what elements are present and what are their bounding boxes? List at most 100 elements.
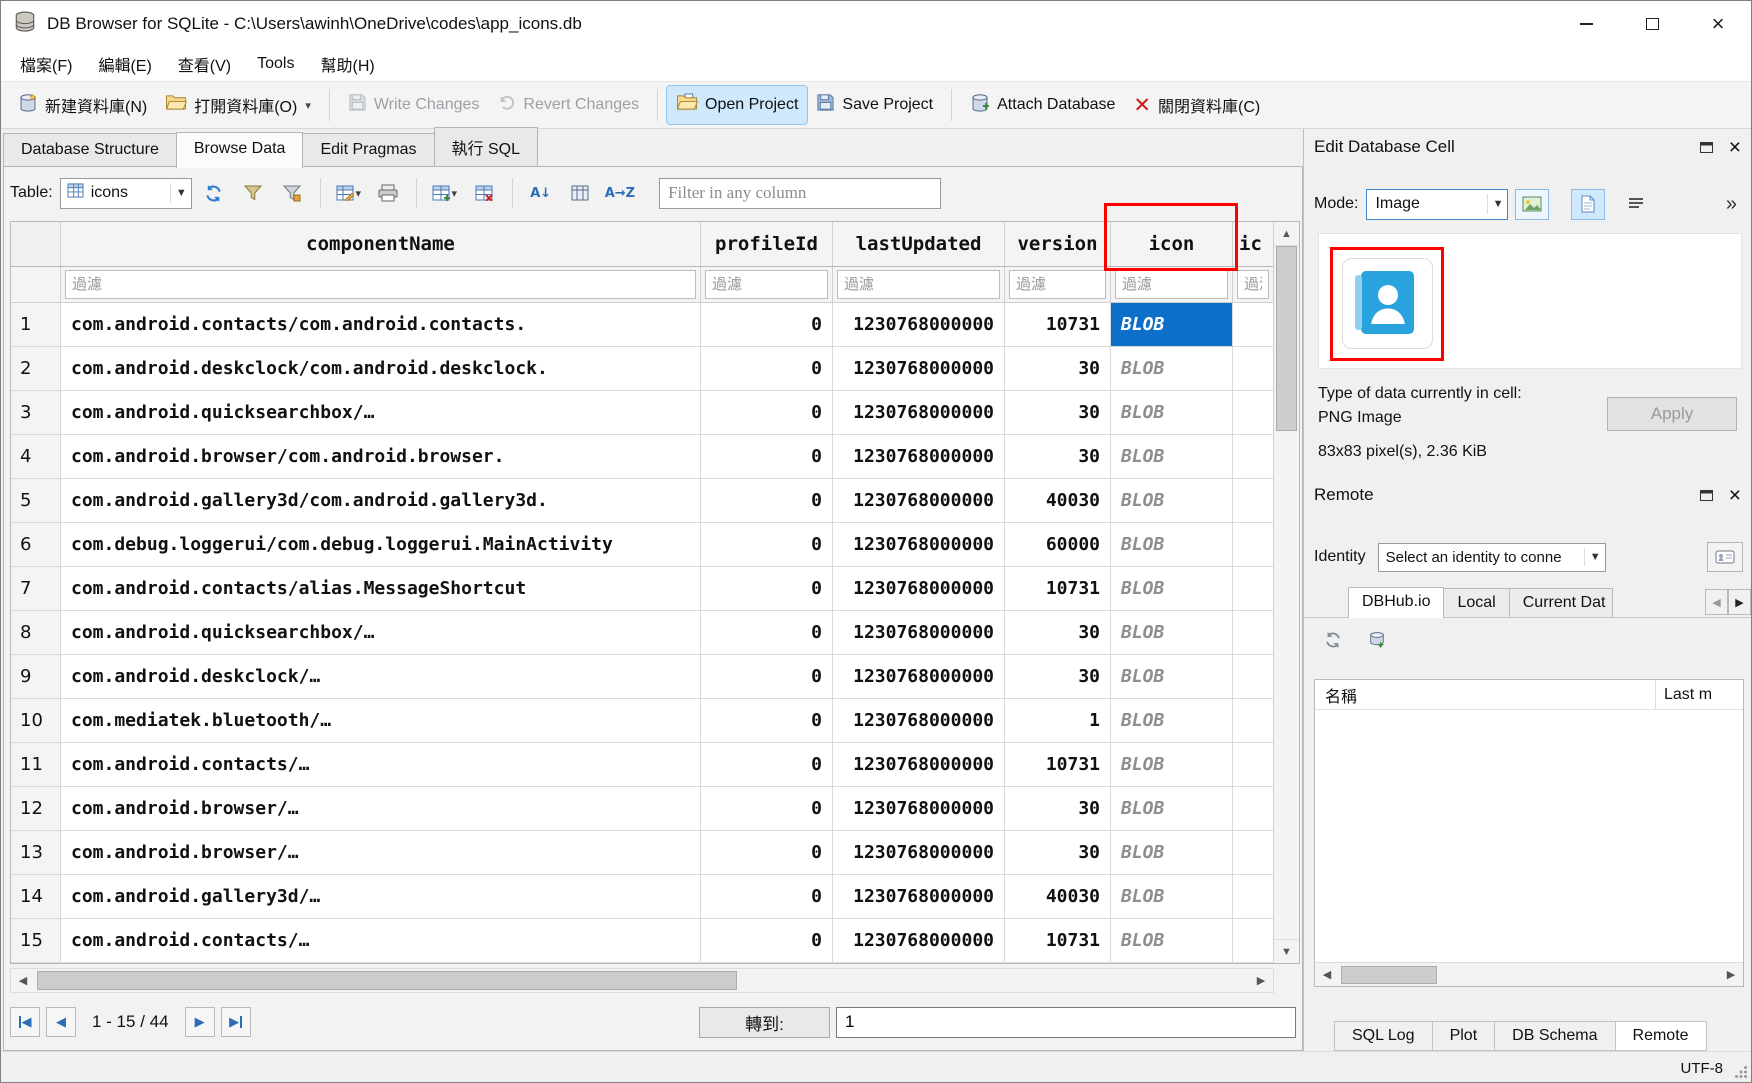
maximize-button[interactable]: [1619, 1, 1685, 47]
cell-version[interactable]: 1: [1005, 699, 1111, 743]
cell-version[interactable]: 10731: [1005, 743, 1111, 787]
cell-last-updated[interactable]: 1230768000000: [833, 391, 1005, 435]
identity-select[interactable]: Select an identity to conne ▼: [1378, 543, 1606, 572]
filter-input-version[interactable]: [1009, 270, 1106, 299]
cell-truncated[interactable]: [1233, 787, 1273, 831]
column-header-truncated[interactable]: ic: [1233, 222, 1273, 266]
table-options-button[interactable]: [563, 177, 597, 209]
dock-tab-db-schema[interactable]: DB Schema: [1494, 1021, 1615, 1051]
cell-profile-id[interactable]: 0: [701, 303, 833, 347]
word-wrap-button[interactable]: [1619, 189, 1653, 220]
scroll-right-icon[interactable]: ▶: [1719, 963, 1743, 986]
menu-tools[interactable]: Tools: [244, 47, 307, 81]
cell-version[interactable]: 60000: [1005, 523, 1111, 567]
scroll-left-icon[interactable]: ◀: [1315, 963, 1339, 986]
cell-component-name[interactable]: com.android.contacts/com.android.contact…: [61, 303, 701, 347]
cell-component-name[interactable]: com.android.contacts/alias.MessageShortc…: [61, 567, 701, 611]
cell-version[interactable]: 10731: [1005, 919, 1111, 963]
filter-input-truncated[interactable]: [1237, 270, 1269, 299]
cell-icon-blob[interactable]: BLOB: [1111, 523, 1233, 567]
toolbar-overflow-button[interactable]: »: [1726, 193, 1737, 216]
cell-profile-id[interactable]: 0: [701, 875, 833, 919]
cell-icon-blob[interactable]: BLOB: [1111, 699, 1233, 743]
global-filter-input[interactable]: [659, 178, 941, 209]
save-filters-button[interactable]: [275, 177, 309, 209]
vertical-scrollbar-thumb[interactable]: [1276, 246, 1297, 431]
cell-profile-id[interactable]: 0: [701, 743, 833, 787]
menu-view[interactable]: 查看(V): [165, 47, 244, 81]
row-number[interactable]: 12: [11, 787, 61, 831]
goto-record-input[interactable]: [836, 1007, 1296, 1038]
cell-profile-id[interactable]: 0: [701, 699, 833, 743]
remote-tab-local[interactable]: Local: [1443, 588, 1509, 617]
remote-horizontal-scrollbar[interactable]: ◀ ▶: [1315, 962, 1743, 986]
float-panel-icon[interactable]: [1700, 142, 1713, 153]
minimize-button[interactable]: [1553, 1, 1619, 47]
row-number[interactable]: 11: [11, 743, 61, 787]
tab-database-structure[interactable]: Database Structure: [3, 133, 177, 166]
float-panel-icon[interactable]: [1700, 490, 1713, 501]
cell-version[interactable]: 30: [1005, 831, 1111, 875]
vertical-scrollbar[interactable]: ▲ ▼: [1273, 222, 1299, 963]
goto-button[interactable]: 轉到:: [699, 1007, 830, 1038]
cell-truncated[interactable]: [1233, 831, 1273, 875]
clear-filters-button[interactable]: [236, 177, 270, 209]
text-document-button[interactable]: [1571, 189, 1605, 220]
cell-truncated[interactable]: [1233, 655, 1273, 699]
cell-last-updated[interactable]: 1230768000000: [833, 303, 1005, 347]
cell-component-name[interactable]: com.android.browser/…: [61, 787, 701, 831]
cell-version[interactable]: 30: [1005, 655, 1111, 699]
next-page-button[interactable]: ▶: [185, 1007, 215, 1037]
cell-profile-id[interactable]: 0: [701, 479, 833, 523]
row-number[interactable]: 6: [11, 523, 61, 567]
cell-component-name[interactable]: com.android.gallery3d/com.android.galler…: [61, 479, 701, 523]
row-number[interactable]: 13: [11, 831, 61, 875]
cell-icon-blob[interactable]: BLOB: [1111, 831, 1233, 875]
filter-input-componentName[interactable]: [65, 270, 696, 299]
row-number[interactable]: 15: [11, 919, 61, 963]
attach-database-button[interactable]: Attach Database: [961, 86, 1124, 125]
cell-profile-id[interactable]: 0: [701, 655, 833, 699]
remote-column-last-modified[interactable]: Last m: [1655, 680, 1743, 709]
cell-truncated[interactable]: [1233, 919, 1273, 963]
cell-component-name[interactable]: com.mediatek.bluetooth/…: [61, 699, 701, 743]
remote-clone-database-button[interactable]: [1364, 627, 1390, 653]
cell-truncated[interactable]: [1233, 391, 1273, 435]
cell-component-name[interactable]: com.android.contacts/…: [61, 743, 701, 787]
filter-input-icon[interactable]: [1115, 270, 1228, 299]
cell-icon-blob[interactable]: BLOB: [1111, 787, 1233, 831]
cell-last-updated[interactable]: 1230768000000: [833, 787, 1005, 831]
row-number[interactable]: 4: [11, 435, 61, 479]
cell-profile-id[interactable]: 0: [701, 391, 833, 435]
cell-profile-id[interactable]: 0: [701, 611, 833, 655]
scroll-down-icon[interactable]: ▼: [1274, 939, 1299, 963]
cell-icon-blob[interactable]: BLOB: [1111, 611, 1233, 655]
cell-last-updated[interactable]: 1230768000000: [833, 567, 1005, 611]
cell-last-updated[interactable]: 1230768000000: [833, 347, 1005, 391]
cell-last-updated[interactable]: 1230768000000: [833, 831, 1005, 875]
menu-edit[interactable]: 編輯(E): [85, 47, 164, 81]
refresh-button[interactable]: [197, 177, 231, 209]
cell-icon-blob[interactable]: BLOB: [1111, 391, 1233, 435]
apply-button[interactable]: Apply: [1607, 397, 1737, 431]
column-header-version[interactable]: version: [1005, 222, 1111, 266]
cell-component-name[interactable]: com.android.gallery3d/…: [61, 875, 701, 919]
cell-last-updated[interactable]: 1230768000000: [833, 479, 1005, 523]
delete-record-button[interactable]: [467, 177, 501, 209]
tab-scroll-left-icon[interactable]: ◀: [1705, 589, 1728, 615]
row-number[interactable]: 5: [11, 479, 61, 523]
sort-ascending-button[interactable]: A↓: [524, 177, 558, 209]
horizontal-scrollbar[interactable]: ◀ ▶: [10, 968, 1274, 993]
column-header-lastUpdated[interactable]: lastUpdated: [833, 222, 1005, 266]
mode-select[interactable]: Image ▼: [1366, 189, 1508, 220]
cell-version[interactable]: 40030: [1005, 875, 1111, 919]
cell-version[interactable]: 30: [1005, 347, 1111, 391]
remote-tab-current-database[interactable]: Current Dat: [1509, 588, 1613, 617]
scroll-up-icon[interactable]: ▲: [1274, 222, 1299, 246]
row-number[interactable]: 2: [11, 347, 61, 391]
column-header-profileId[interactable]: profileId: [701, 222, 833, 266]
remote-column-name[interactable]: 名稱: [1315, 680, 1655, 709]
cell-truncated[interactable]: [1233, 523, 1273, 567]
tab-scroll-right-icon[interactable]: ▶: [1728, 589, 1751, 615]
save-project-button[interactable]: Save Project: [807, 86, 942, 124]
